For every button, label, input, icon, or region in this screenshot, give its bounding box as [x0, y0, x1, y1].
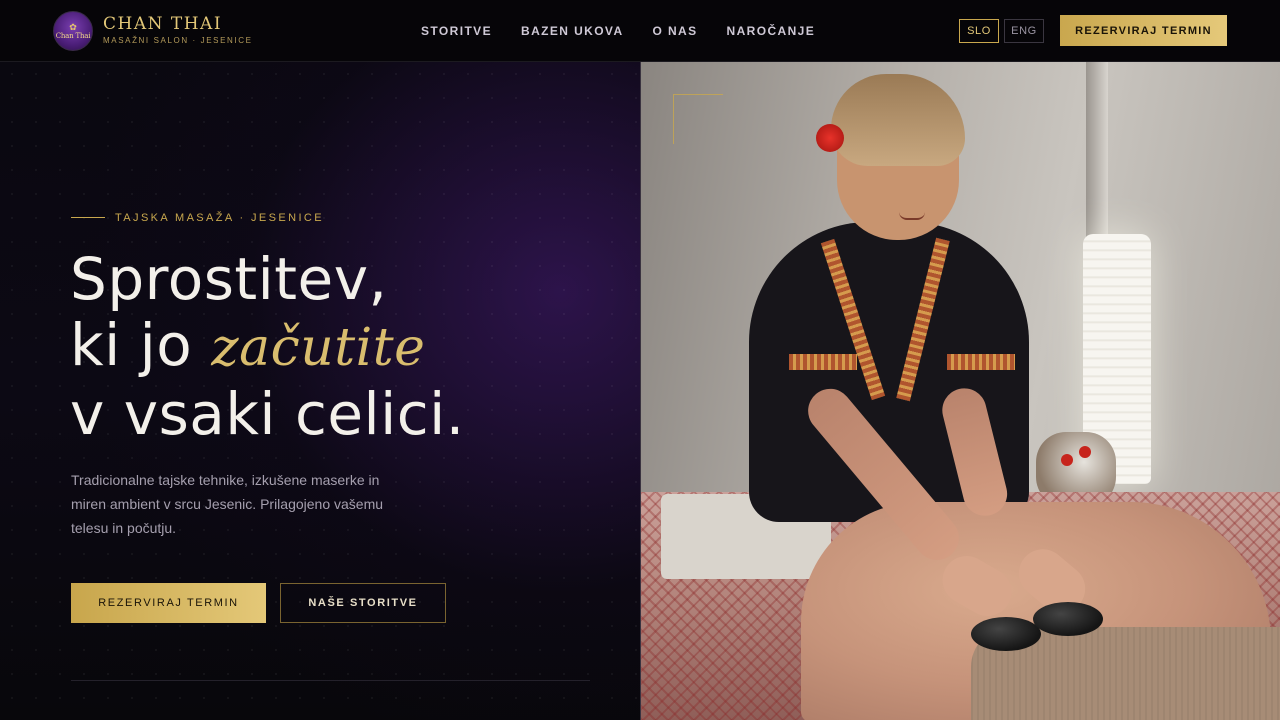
headline-accent: začutite	[211, 318, 426, 378]
lang-button-slo[interactable]: SLO	[959, 19, 999, 43]
nav-link-bazen-ukova[interactable]: BAZEN UKOVA	[521, 24, 624, 38]
photo-hair-flower	[816, 124, 844, 152]
logo-badge-text: Chan Thai	[55, 31, 91, 40]
brand-name[interactable]: CHAN THAI	[103, 14, 222, 34]
header-book-button[interactable]: REZERVIRAJ TERMIN	[1060, 15, 1227, 46]
headline-line-3: v vsaki celici.	[70, 380, 465, 448]
hero-photo	[640, 62, 1280, 720]
logo-badge[interactable]: ✿ Chan Thai	[53, 11, 93, 51]
hero-description: Tradicionalne tajske tehnike, izkušene m…	[71, 472, 384, 536]
hero-eyebrow: TAJSKA MASAŽA · JESENICE	[115, 212, 324, 224]
site-header: ✿ Chan Thai CHAN THAI MASAŽNI SALON · JE…	[0, 0, 1280, 62]
nav-link-storitve[interactable]: STORITVE	[421, 24, 492, 38]
headline-line-1: Sprostitev,	[70, 245, 388, 313]
main-nav: STORITVE BAZEN UKOVA O NAS NAROČANJE	[421, 24, 815, 38]
eyebrow-line	[71, 217, 105, 218]
hero-content: TAJSKA MASAŽA · JESENICE Sprostitev, ki …	[0, 62, 640, 720]
headline-line-2-prefix: ki jo	[70, 311, 212, 379]
photo-petal	[1079, 446, 1091, 458]
hero-divider	[71, 680, 590, 681]
book-appointment-button[interactable]: REZERVIRAJ TERMIN	[71, 583, 266, 623]
nav-link-o-nas[interactable]: O NAS	[653, 24, 698, 38]
our-services-button[interactable]: NAŠE STORITVE	[280, 583, 446, 623]
brand-tagline: MASAŽNI SALON · JESENICE	[103, 36, 253, 45]
photo-stone	[971, 617, 1041, 651]
page: ✿ Chan Thai CHAN THAI MASAŽNI SALON · JE…	[0, 0, 1280, 720]
nav-link-narocanje[interactable]: NAROČANJE	[727, 24, 816, 38]
lotus-icon: ✿	[69, 21, 77, 32]
photo-smile	[899, 212, 925, 220]
photo-stone	[1033, 602, 1103, 636]
photo-petal	[1061, 454, 1073, 466]
hero-headline: Sprostitev, ki jo začutite v vsaki celic…	[70, 246, 465, 447]
photo-sleeve-trim	[947, 354, 1015, 370]
corner-accent	[673, 94, 723, 144]
photo-sleeve-trim	[789, 354, 857, 370]
lang-button-eng[interactable]: ENG	[1004, 19, 1044, 43]
